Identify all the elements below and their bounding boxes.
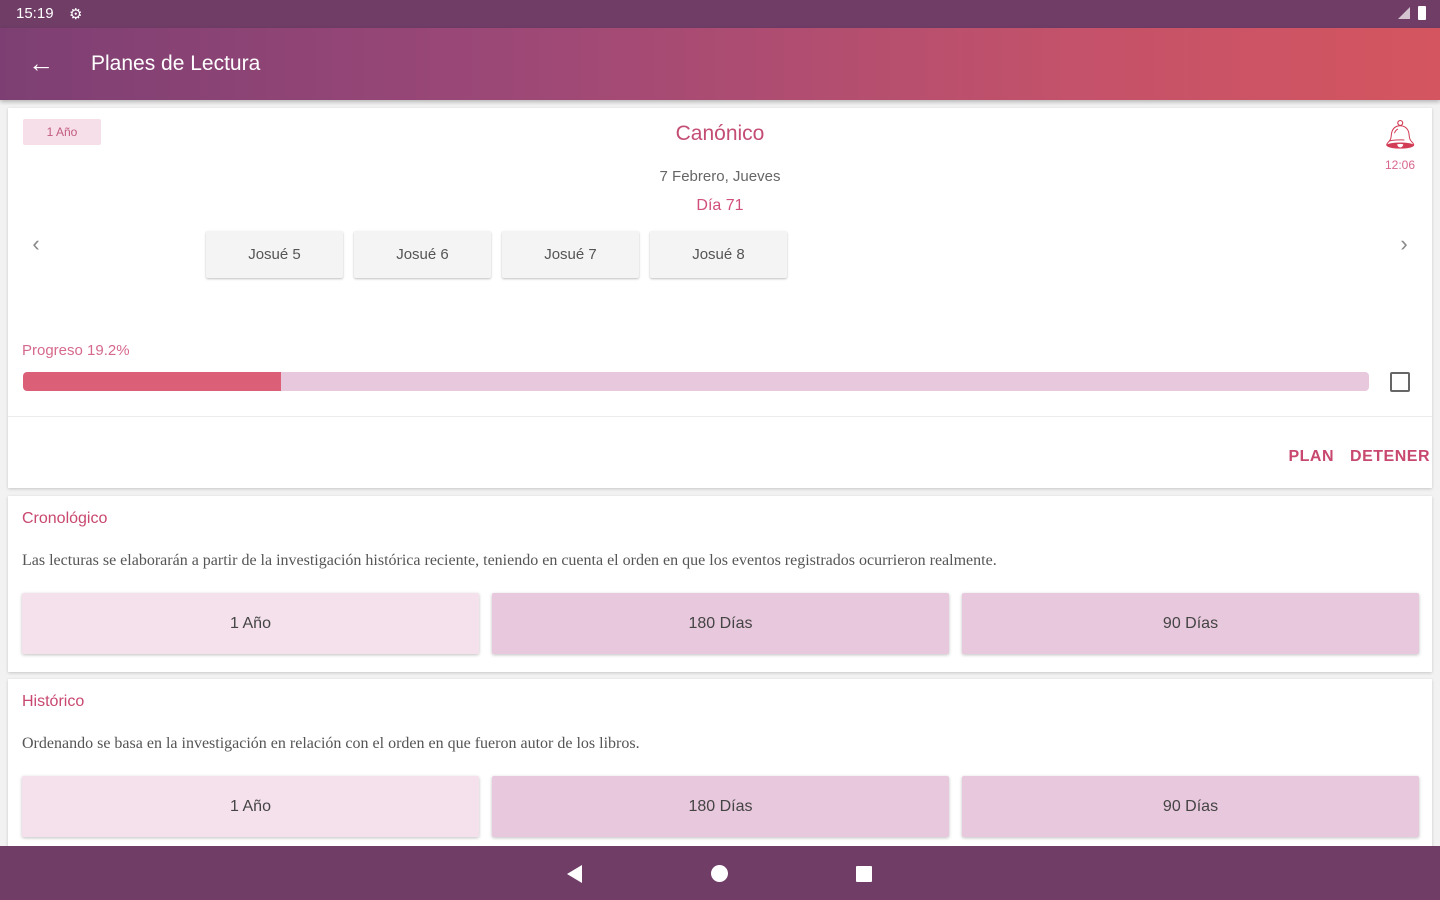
plan-option-button[interactable]: 1 Año — [22, 593, 479, 654]
nav-recents-icon[interactable] — [846, 857, 882, 889]
day-complete-checkbox[interactable] — [1390, 372, 1410, 392]
divider — [8, 416, 1432, 417]
bell-icon[interactable]: 🔔︎ — [1382, 118, 1418, 152]
content-area[interactable]: 1 Año Canónico 🔔︎ 12:06 7 Febrero, Jueve… — [0, 100, 1440, 846]
plan-actions: PLAN DETENER — [1288, 448, 1430, 466]
progress-label: Progreso 19.2% — [22, 342, 130, 359]
plan-name: Canónico — [675, 122, 765, 145]
nav-back-icon[interactable] — [558, 857, 594, 889]
chevron-right-icon[interactable]: › — [1390, 228, 1418, 260]
plan-card-historical: Histórico Ordenando se basa en la invest… — [8, 679, 1432, 846]
plan-option-button[interactable]: 180 Días — [492, 776, 949, 837]
chapter-button[interactable]: Josué 7 — [502, 231, 639, 278]
plan-card-chronological: Cronológico Las lecturas se elaborarán a… — [8, 496, 1432, 672]
plan-option-button[interactable]: 1 Año — [22, 776, 479, 837]
status-icons — [1398, 6, 1426, 20]
plan-option-button[interactable]: 90 Días — [962, 593, 1419, 654]
chapter-button[interactable]: Josué 8 — [650, 231, 787, 278]
plan-options: 1 Año 180 Días 90 Días — [22, 593, 1419, 654]
stop-button[interactable]: DETENER — [1350, 448, 1430, 466]
status-bar: 15:19 ⚙ — [0, 0, 1440, 28]
progress-bar — [23, 372, 1369, 391]
plan-options: 1 Año 180 Días 90 Días — [22, 776, 1419, 837]
chapter-list: Josué 5 Josué 6 Josué 7 Josué 8 — [206, 231, 787, 278]
plan-card-description: Las lecturas se elaborarán a partir de l… — [22, 552, 997, 569]
back-arrow-icon[interactable]: ← — [26, 46, 56, 80]
plan-option-button[interactable]: 90 Días — [962, 776, 1419, 837]
app-bar: ← Planes de Lectura — [0, 28, 1440, 100]
chevron-left-icon[interactable]: ‹ — [22, 228, 50, 260]
plan-card-description: Ordenando se basa en la investigación en… — [22, 735, 640, 752]
battery-icon — [1418, 6, 1426, 20]
plan-card-title: Cronológico — [22, 510, 108, 527]
plan-date: 7 Febrero, Jueves — [659, 168, 781, 185]
system-nav-bar — [0, 846, 1440, 900]
plan-card-title: Histórico — [22, 693, 85, 710]
current-plan-card: 1 Año Canónico 🔔︎ 12:06 7 Febrero, Jueve… — [8, 108, 1432, 488]
plan-option-button[interactable]: 180 Días — [492, 593, 949, 654]
chapter-button[interactable]: Josué 6 — [354, 231, 491, 278]
nav-home-icon[interactable] — [702, 857, 738, 889]
plan-button[interactable]: PLAN — [1288, 448, 1334, 466]
settings-gear-icon: ⚙ — [69, 6, 83, 23]
page-title: Planes de Lectura — [91, 52, 261, 75]
status-time: 15:19 — [16, 5, 54, 22]
chapter-button[interactable]: Josué 5 — [206, 231, 343, 278]
signal-icon — [1398, 7, 1410, 19]
progress-bar-fill — [23, 372, 282, 391]
plan-day: Día 71 — [696, 197, 744, 214]
